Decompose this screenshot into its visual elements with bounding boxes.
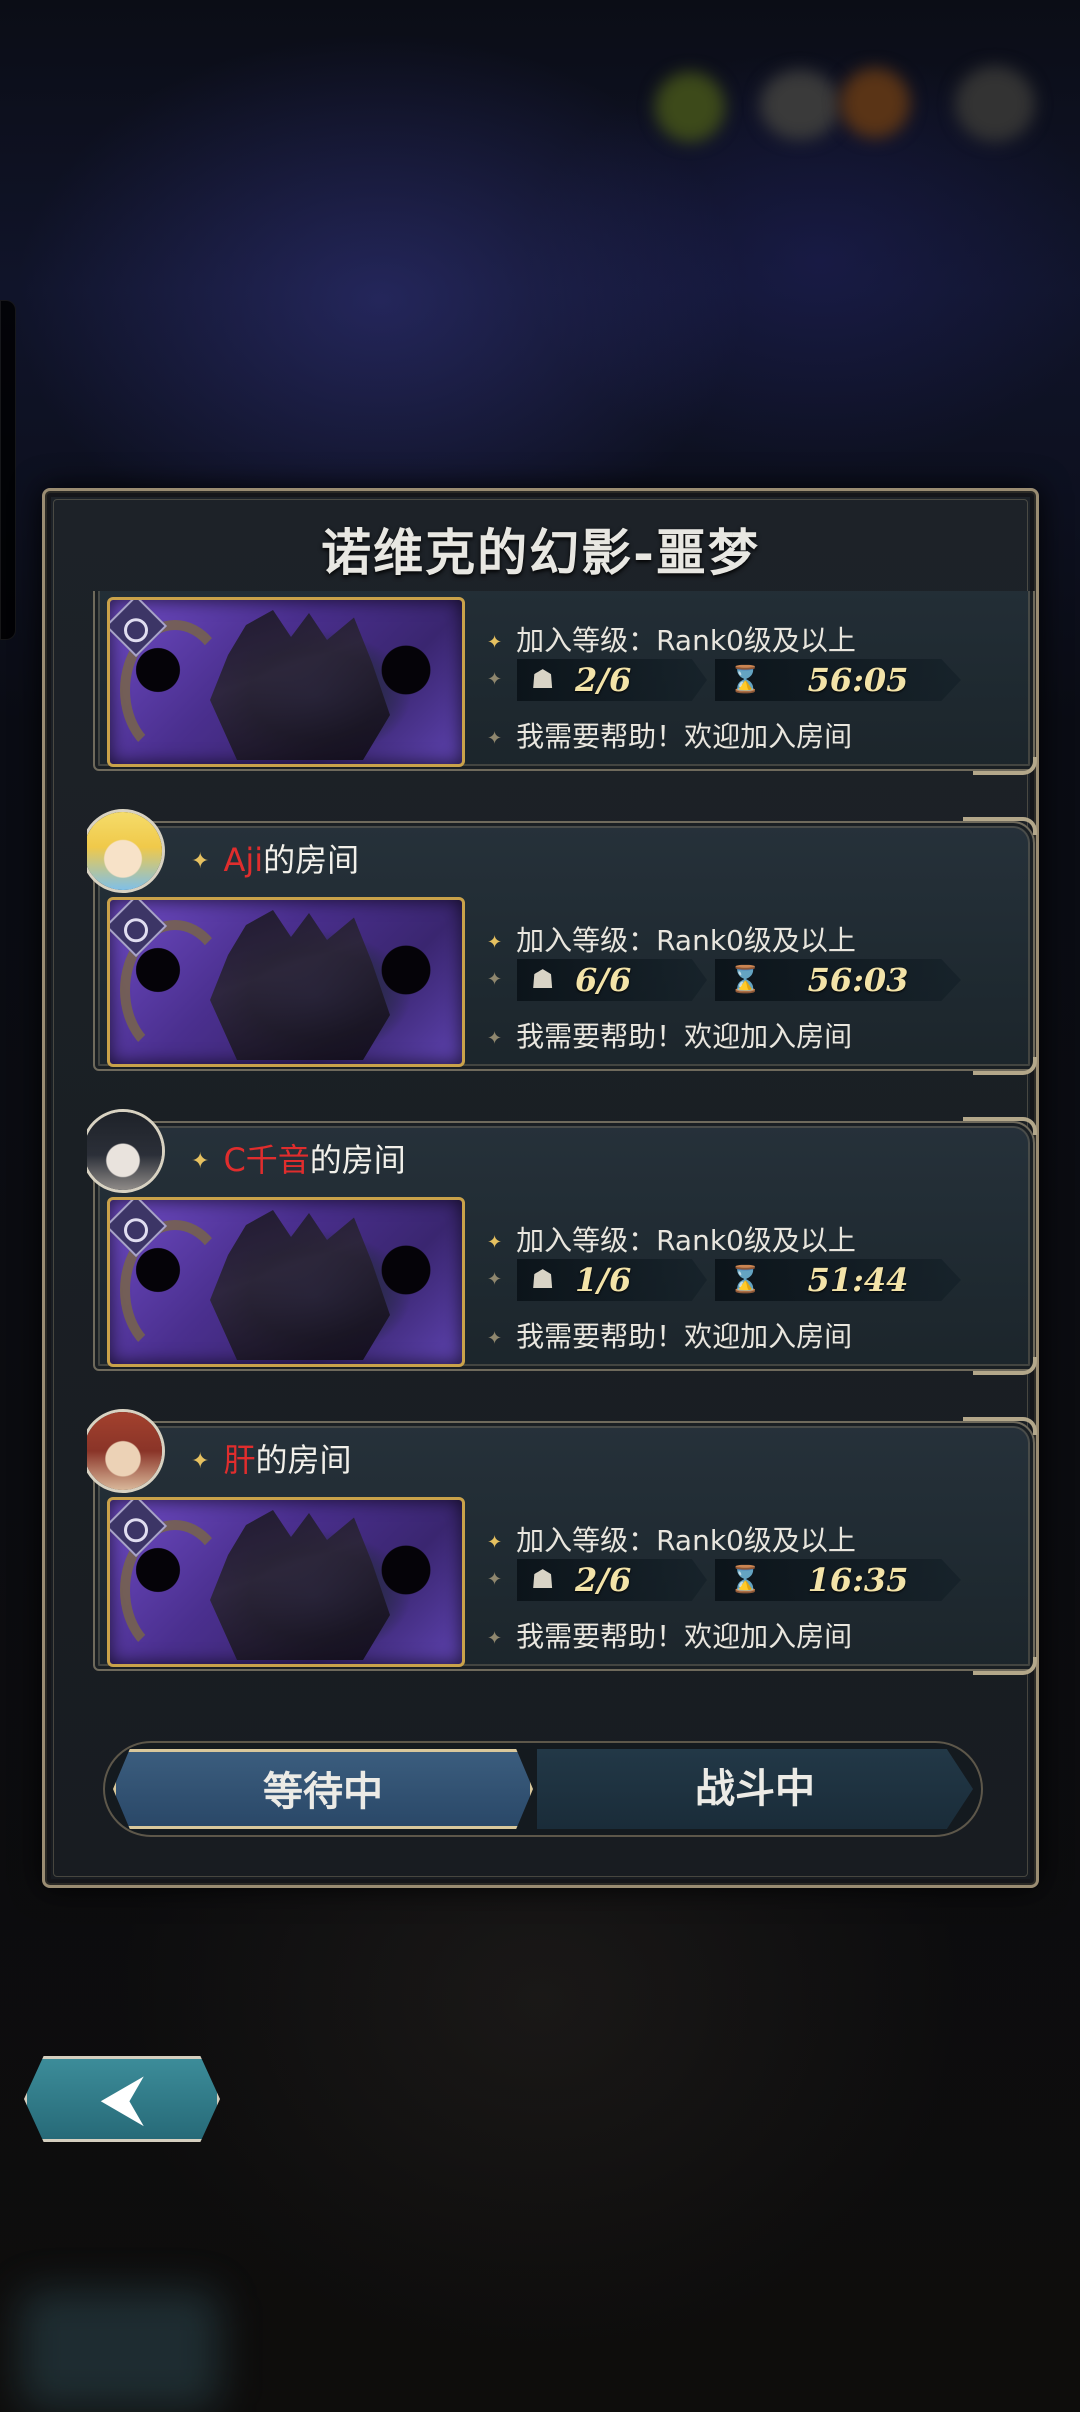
star-bullet-icon: ✦ <box>487 1531 503 1553</box>
players-icon: ☗ <box>531 665 555 695</box>
star-bullet-icon: ✦ <box>487 1027 503 1049</box>
star-bullet-icon: ✦ <box>487 1269 503 1290</box>
players-icon: ☗ <box>531 1565 555 1595</box>
room-message: 我需要帮助！欢迎加入房间 <box>516 1020 853 1053</box>
player-count: 1/6 <box>575 1261 632 1299</box>
top-icon-blurred <box>655 72 725 142</box>
room-title: ✦ 肝的房间 <box>191 1441 352 1479</box>
time-remaining: 16:35 <box>807 1561 909 1599</box>
top-icon-blurred <box>760 70 840 140</box>
hourglass-icon: ⌛ <box>729 1265 762 1295</box>
boss-portrait <box>107 597 465 767</box>
hourglass-icon: ⌛ <box>729 965 762 995</box>
host-name: Aji <box>223 841 264 879</box>
player-count: 2/6 <box>575 661 632 699</box>
hourglass-icon: ⌛ <box>729 1565 762 1595</box>
hourglass-icon: ⌛ <box>729 665 762 695</box>
star-bullet-icon: ✦ <box>487 1231 503 1253</box>
star-bullet-icon: ✦ <box>191 849 210 874</box>
star-bullet-icon: ✦ <box>487 669 503 690</box>
room-card[interactable]: ✦肝的房间 ✦加入等级：Rank0级及以上 ✦ ☗ 2/6 ⌛ 16:35 <box>87 1401 1037 1675</box>
timer-pill: ⌛ 56:03 <box>715 959 961 1001</box>
back-button[interactable]: ⮜ <box>24 2056 220 2142</box>
tab-waiting[interactable]: 等待中 <box>113 1749 533 1829</box>
room-title: ✦ C千音的房间 <box>191 1141 406 1179</box>
boss-portrait <box>107 897 465 1067</box>
level-requirement: 加入等级：Rank0级及以上 <box>516 924 856 957</box>
player-count: 2/6 <box>575 1561 632 1599</box>
room-card[interactable]: ✦ C千音的房间 ✦ 加入等级：Rank0级及以上 ✦ ☗ 1/6 ⌛ 51:44 <box>87 1101 1037 1375</box>
host-name: C千音 <box>223 1141 310 1179</box>
star-bullet-icon: ✦ <box>487 727 503 749</box>
room-message: 我需要帮助！欢迎加入房间 <box>516 1620 853 1653</box>
timer-pill: ⌛ 16:35 <box>715 1559 961 1601</box>
room-message: 我需要帮助！欢迎加入房间 <box>516 720 853 753</box>
player-count-pill: ☗ 2/6 <box>517 1559 707 1601</box>
level-requirement: 加入等级：Rank0级及以上 <box>516 1524 856 1557</box>
back-arrow-icon: ⮜ <box>102 2066 142 2131</box>
players-icon: ☗ <box>531 965 555 995</box>
room-card[interactable]: ✦ 加入等级：Rank0级及以上 ✦ ☗ 2/6 ⌛ 56:05 ✦ 我需要帮助！欢… <box>93 591 1037 775</box>
star-bullet-icon: ✦ <box>487 931 503 953</box>
game-screen: 诺维克的幻影-噩梦 ✦ 加入等级：Rank0级及以上 ✦ ☗ 2/6 ⌛ 56:… <box>0 0 1080 2412</box>
star-bullet-icon: ✦ <box>487 631 503 653</box>
room-message: 我需要帮助！欢迎加入房间 <box>516 1320 853 1353</box>
player-count-pill: ☗ 1/6 <box>517 1259 707 1301</box>
star-bullet-icon: ✦ <box>487 1327 503 1349</box>
boss-portrait <box>107 1197 465 1367</box>
player-count: 6/6 <box>575 961 632 999</box>
star-bullet-icon: ✦ <box>487 1569 503 1590</box>
room-list[interactable]: ✦ 加入等级：Rank0级及以上 ✦ ☗ 2/6 ⌛ 56:05 ✦ 我需要帮助！欢… <box>87 591 1037 1691</box>
level-requirement: 加入等级：Rank0级及以上 <box>516 1224 856 1257</box>
player-count-pill: ☗ 6/6 <box>517 959 707 1001</box>
top-icon-blurred <box>955 66 1035 142</box>
tab-fighting[interactable]: 战斗中 <box>537 1749 973 1829</box>
side-drawer-handle[interactable] <box>0 300 16 640</box>
star-bullet-icon: ✦ <box>191 1449 210 1474</box>
room-list-dialog: 诺维克的幻影-噩梦 ✦ 加入等级：Rank0级及以上 ✦ ☗ 2/6 ⌛ 56:… <box>42 488 1039 1888</box>
room-card[interactable]: ✦ Aji的房间 ✦ 加入等级：Rank0级及以上 ✦ ☗ 6/6 ⌛ 56:03 <box>87 801 1037 1075</box>
star-bullet-icon: ✦ <box>191 1149 210 1174</box>
host-name: 肝 <box>223 1441 256 1479</box>
bottom-blurred-element <box>20 2290 220 2410</box>
time-remaining: 51:44 <box>807 1261 909 1299</box>
star-bullet-icon: ✦ <box>487 969 503 990</box>
level-requirement: 加入等级：Rank0级及以上 <box>516 624 856 657</box>
timer-pill: ⌛ 51:44 <box>715 1259 961 1301</box>
boss-portrait <box>107 1497 465 1667</box>
timer-pill: ⌛ 56:05 <box>715 659 961 701</box>
players-icon: ☗ <box>531 1265 555 1295</box>
time-remaining: 56:03 <box>807 961 909 999</box>
dialog-title: 诺维克的幻影-噩梦 <box>321 523 760 582</box>
star-bullet-icon: ✦ <box>487 1627 503 1649</box>
room-status-tabs: 等待中 战斗中 <box>103 1741 983 1837</box>
top-icon-blurred <box>840 68 910 138</box>
player-count-pill: ☗ 2/6 <box>517 659 707 701</box>
time-remaining: 56:05 <box>807 661 909 699</box>
room-title: ✦ Aji的房间 <box>191 841 360 879</box>
